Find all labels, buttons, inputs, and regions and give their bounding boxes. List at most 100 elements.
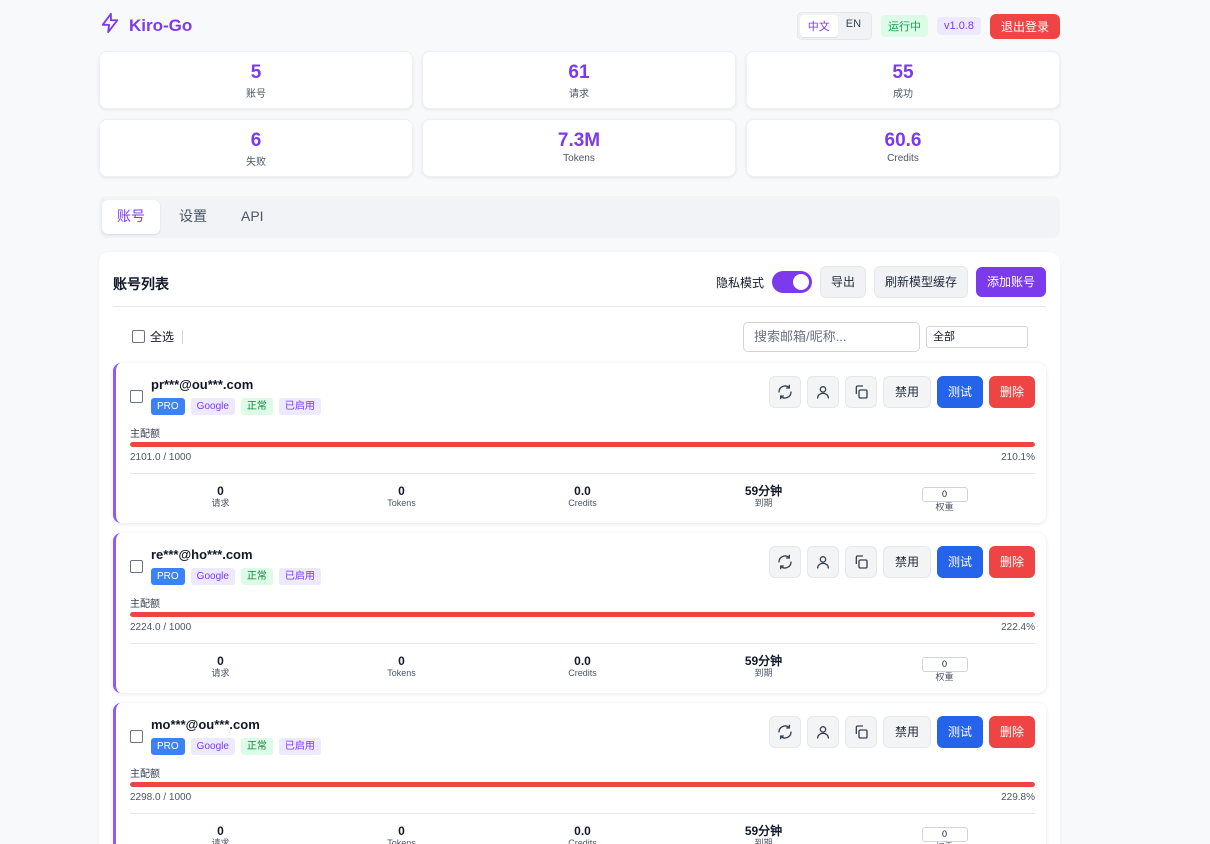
metric-label: 请求 [211,838,230,844]
metric-credits: 0.0 Credits [492,654,673,683]
delete-button[interactable]: 删除 [988,546,1035,578]
enabled-tag: 已启用 [278,568,321,585]
top-header: Kiro-Go 中文 EN 运行中 v1.0.8 退出登录 [99,10,1060,40]
provider-tag: Google [190,398,235,415]
user-icon [816,386,829,399]
refresh-icon [778,384,792,400]
version-badge: v1.0.8 [937,17,981,35]
refresh-button[interactable] [768,376,801,408]
stat-value: 5 [250,62,262,83]
quota-usage-text: 2101.0 / 1000 [130,452,192,463]
metric-tokens: 0 Tokens [311,484,492,513]
weight-input[interactable]: 0 [921,657,968,672]
user-icon [816,726,829,739]
metric-label: 到期 [754,498,773,508]
toggle-knob [792,274,809,290]
test-button[interactable]: 测试 [936,546,983,578]
main-tabs: 账号 设置 API [99,196,1060,238]
health-tag: 正常 [240,398,273,415]
lang-en-button[interactable]: EN [838,15,869,37]
app-logo[interactable]: Kiro-Go [99,12,192,39]
copy-button[interactable] [844,376,877,408]
disable-button[interactable]: 禁用 [882,376,931,408]
logout-button[interactable]: 退出登录 [989,13,1060,39]
account-checkbox[interactable] [130,390,143,403]
stat-label: 请求 [569,89,589,100]
test-button[interactable]: 测试 [936,376,983,408]
quota-usage-text: 2224.0 / 1000 [130,622,192,633]
account-metrics: 0请求 0Tokens 0.0Credits 59分钟到期 0权重 [130,654,1035,683]
app-title: Kiro-Go [129,15,193,35]
tab-settings[interactable]: 设置 [164,200,222,234]
copy-button[interactable] [844,716,877,748]
quota-progress-bar [130,442,1035,447]
quota-progress-bar [130,612,1035,617]
add-account-button[interactable]: 添加账号 [975,267,1046,297]
metric-label: Tokens [387,838,416,844]
metric-expiry: 59分钟 到期 [673,824,854,844]
search-input[interactable]: 搜索邮箱/昵称... [743,322,920,352]
metric-value: 0 [398,824,405,838]
card-divider [130,473,1035,474]
enabled-tag: 已启用 [278,738,321,755]
account-metrics: 0请求 0Tokens 0.0Credits 59分钟到期 0权重 [130,824,1035,844]
metric-value: 0.0 [574,484,591,498]
disable-button[interactable]: 禁用 [882,716,931,748]
stat-card-tokens: 7.3M Tokens [422,119,736,177]
account-checkbox[interactable] [130,730,143,743]
quota-progress-fill [130,442,1035,447]
weight-input[interactable]: 0 [921,487,968,502]
metric-value: 0 [398,654,405,668]
tab-api[interactable]: API [226,200,279,234]
account-actions: 禁用 测试 删除 [768,376,1035,408]
delete-button[interactable]: 删除 [988,716,1035,748]
stat-value: 55 [892,62,914,83]
refresh-button[interactable] [768,716,801,748]
user-icon [816,556,829,569]
metric-label: 到期 [754,668,773,678]
export-button[interactable]: 导出 [819,266,866,298]
weight-input[interactable]: 0 [921,827,968,842]
metric-label: Tokens [387,498,416,508]
enabled-tag: 已启用 [278,398,321,415]
separator [182,329,184,344]
quota-percent: 210.1% [1001,452,1035,463]
metric-tokens: 0 Tokens [311,824,492,844]
stat-card-success: 55 成功 [746,51,1060,109]
metric-value: 59分钟 [744,484,783,498]
refresh-model-cache-button[interactable]: 刷新模型缓存 [873,266,968,298]
language-switcher: 中文 EN [796,12,873,40]
disable-button[interactable]: 禁用 [882,546,931,578]
refresh-icon [778,554,792,570]
provider-tag: Google [190,568,235,585]
panel-toolbar: 隐私模式 导出 刷新模型缓存 添加账号 [716,266,1046,298]
select-all-checkbox[interactable] [132,330,145,343]
stat-value: 6 [250,130,262,151]
user-info-button[interactable] [806,716,839,748]
test-button[interactable]: 测试 [936,716,983,748]
quota-label: 主配额 [130,769,160,780]
quota-progress-bar [130,782,1035,787]
status-filter-select[interactable]: 全部 [926,326,1028,348]
metric-tokens: 0 Tokens [311,654,492,683]
user-info-button[interactable] [806,546,839,578]
refresh-button[interactable] [768,546,801,578]
copy-button[interactable] [844,546,877,578]
lang-zh-button[interactable]: 中文 [799,15,838,37]
metric-label: Credits [568,838,597,844]
tab-accounts[interactable]: 账号 [102,200,160,234]
metric-value: 0 [398,484,405,498]
metric-value: 59分钟 [744,654,783,668]
select-all[interactable]: 全选 [132,328,184,345]
metric-requests: 0 请求 [130,824,311,844]
status-badge: 运行中 [881,15,929,37]
stat-label: Tokens [563,153,595,164]
user-info-button[interactable] [806,376,839,408]
delete-button[interactable]: 删除 [988,376,1035,408]
account-email: re***@ho***.com [151,547,253,562]
privacy-mode-label: 隐私模式 [715,275,764,290]
metric-value: 0.0 [574,824,591,838]
metric-value: 59分钟 [744,824,783,838]
privacy-mode-toggle[interactable] [771,271,812,293]
account-checkbox[interactable] [130,560,143,573]
